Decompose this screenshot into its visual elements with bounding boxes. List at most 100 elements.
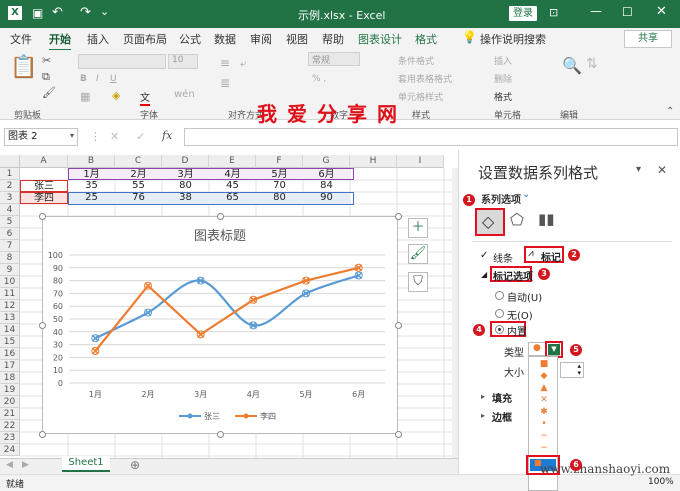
- marker-type-option[interactable]: −: [530, 442, 558, 455]
- chart-filters-button[interactable]: ⛉: [408, 272, 428, 292]
- find-icon[interactable]: 🔍: [562, 56, 582, 75]
- tab-view[interactable]: 视图: [286, 31, 308, 47]
- column-header-h[interactable]: H: [350, 155, 397, 168]
- builtin-label[interactable]: 内置: [507, 323, 527, 338]
- row-header-2[interactable]: 2: [0, 180, 20, 192]
- column-header-b[interactable]: B: [68, 155, 115, 168]
- row-header-8[interactable]: 8: [0, 252, 20, 264]
- chart-resize-handle[interactable]: [38, 321, 46, 329]
- fill-label[interactable]: 填充: [492, 390, 512, 405]
- column-header-e[interactable]: E: [209, 155, 256, 168]
- close-icon[interactable]: ✕: [656, 4, 667, 19]
- pane-options-icon[interactable]: ▾: [636, 164, 641, 175]
- bold-icon[interactable]: B: [80, 74, 87, 84]
- cut-icon[interactable]: ✂: [42, 54, 51, 67]
- none-radio[interactable]: [495, 309, 504, 318]
- fill-line-tab[interactable]: ◇: [475, 208, 505, 236]
- row-header-3[interactable]: 3: [0, 192, 20, 204]
- table-cell[interactable]: 70: [256, 180, 303, 192]
- enter-icon[interactable]: ✓: [136, 130, 145, 143]
- series-options-label[interactable]: 系列选项: [481, 191, 521, 206]
- row-header-24[interactable]: 24: [0, 444, 20, 456]
- select-all-corner[interactable]: [0, 155, 20, 168]
- row-header-4[interactable]: 4: [0, 204, 20, 216]
- sign-in-button[interactable]: 登录: [509, 6, 537, 21]
- fill-color-icon[interactable]: ◈: [112, 89, 120, 102]
- table-header-cell[interactable]: [20, 168, 68, 180]
- marker-type-dropdown-button[interactable]: ▼: [548, 344, 560, 355]
- column-header-f[interactable]: F: [256, 155, 303, 168]
- chart-resize-handle[interactable]: [216, 212, 224, 220]
- tab-chart-design[interactable]: 图表设计: [358, 31, 402, 47]
- save-icon[interactable]: ▣: [32, 6, 43, 20]
- minimize-icon[interactable]: —: [590, 4, 602, 18]
- tab-file[interactable]: 文件: [10, 31, 32, 47]
- row-header-12[interactable]: 12: [0, 300, 20, 312]
- row-header-18[interactable]: 18: [0, 372, 20, 384]
- name-box[interactable]: 图表 2: [4, 128, 78, 146]
- builtin-radio[interactable]: [495, 325, 504, 334]
- name-box-dropdown-icon[interactable]: ▾: [70, 131, 74, 140]
- insert-cells-button[interactable]: 插入: [494, 54, 512, 67]
- tab-data[interactable]: 数据: [214, 31, 236, 47]
- row-header-23[interactable]: 23: [0, 432, 20, 444]
- format-painter-icon[interactable]: 🖌: [42, 86, 56, 99]
- auto-label[interactable]: 自动(U): [507, 289, 542, 304]
- row-header-13[interactable]: 13: [0, 312, 20, 324]
- format-cells-button[interactable]: 格式: [494, 90, 512, 103]
- prev-sheet-icon[interactable]: ◀: [6, 460, 13, 470]
- auto-radio[interactable]: [495, 291, 504, 300]
- formula-input[interactable]: [184, 128, 678, 146]
- row-header-21[interactable]: 21: [0, 408, 20, 420]
- phonetic-icon[interactable]: wén: [174, 89, 195, 100]
- align-icon[interactable]: ≡: [220, 56, 230, 70]
- align-center-icon[interactable]: ≣: [220, 76, 230, 90]
- delete-cells-button[interactable]: 删除: [494, 72, 512, 85]
- series-options-tab-icon[interactable]: ▮▮: [538, 210, 555, 228]
- table-cell[interactable]: 45: [209, 180, 256, 192]
- marker-tab[interactable]: 标记: [541, 249, 561, 264]
- row-header-19[interactable]: 19: [0, 384, 20, 396]
- ribbon-display-icon[interactable]: ⊡: [549, 6, 558, 19]
- border-expand-icon[interactable]: ▸: [481, 411, 485, 420]
- borders-icon[interactable]: ▦: [80, 90, 90, 103]
- chart-resize-handle[interactable]: [216, 430, 224, 438]
- column-header-g[interactable]: G: [303, 155, 350, 168]
- chart-plot[interactable]: 0 10 20 30 40 50 60 70 80 90 100 1月 2月 3月 4月 5月 6月张三 李四: [43, 217, 399, 435]
- chart-resize-handle[interactable]: [394, 321, 402, 329]
- cancel-icon[interactable]: ✕: [110, 130, 119, 143]
- maximize-icon[interactable]: ☐: [622, 5, 633, 19]
- tab-format[interactable]: 格式: [415, 31, 437, 47]
- row-header-16[interactable]: 16: [0, 348, 20, 360]
- none-label[interactable]: 无(O): [507, 307, 533, 322]
- column-header-i[interactable]: I: [397, 155, 444, 168]
- border-label[interactable]: 边框: [492, 409, 512, 424]
- series-options-chevron-icon[interactable]: ⌄: [522, 189, 530, 200]
- sort-icon[interactable]: ⇅: [586, 56, 598, 72]
- collapse-ribbon-icon[interactable]: ⌃: [666, 106, 674, 117]
- sheet-tab-sheet1[interactable]: Sheet1: [62, 456, 110, 472]
- percent-icon[interactable]: % ,: [312, 74, 326, 84]
- column-header-d[interactable]: D: [162, 155, 209, 168]
- table-cell[interactable]: 55: [115, 180, 162, 192]
- row-header-1[interactable]: 1: [0, 168, 20, 180]
- row-header-11[interactable]: 11: [0, 288, 20, 300]
- row-header-17[interactable]: 17: [0, 360, 20, 372]
- undo-icon[interactable]: ↶: [52, 5, 63, 20]
- chart-area[interactable]: 图表标题 0 10 20 30 40 50 60 70 80 90 100 1月 2月 3月 4月 5月 6月张…: [42, 216, 398, 434]
- font-size-box[interactable]: 10: [168, 54, 198, 69]
- table-cell[interactable]: 张三: [20, 180, 68, 192]
- chart-styles-button[interactable]: 🖌: [408, 244, 428, 264]
- row-header-14[interactable]: 14: [0, 324, 20, 336]
- marker-options-label[interactable]: 标记选项: [493, 268, 533, 283]
- tab-formulas[interactable]: 公式: [179, 31, 201, 47]
- underline-icon[interactable]: U: [110, 74, 117, 84]
- row-header-6[interactable]: 6: [0, 228, 20, 240]
- italic-icon[interactable]: I: [96, 74, 99, 84]
- next-sheet-icon[interactable]: ▶: [22, 460, 29, 470]
- row-header-9[interactable]: 9: [0, 264, 20, 276]
- copy-icon[interactable]: ⧉: [42, 70, 50, 84]
- chart-resize-handle[interactable]: [394, 212, 402, 220]
- column-header-c[interactable]: C: [115, 155, 162, 168]
- fill-expand-icon[interactable]: ▸: [481, 392, 485, 401]
